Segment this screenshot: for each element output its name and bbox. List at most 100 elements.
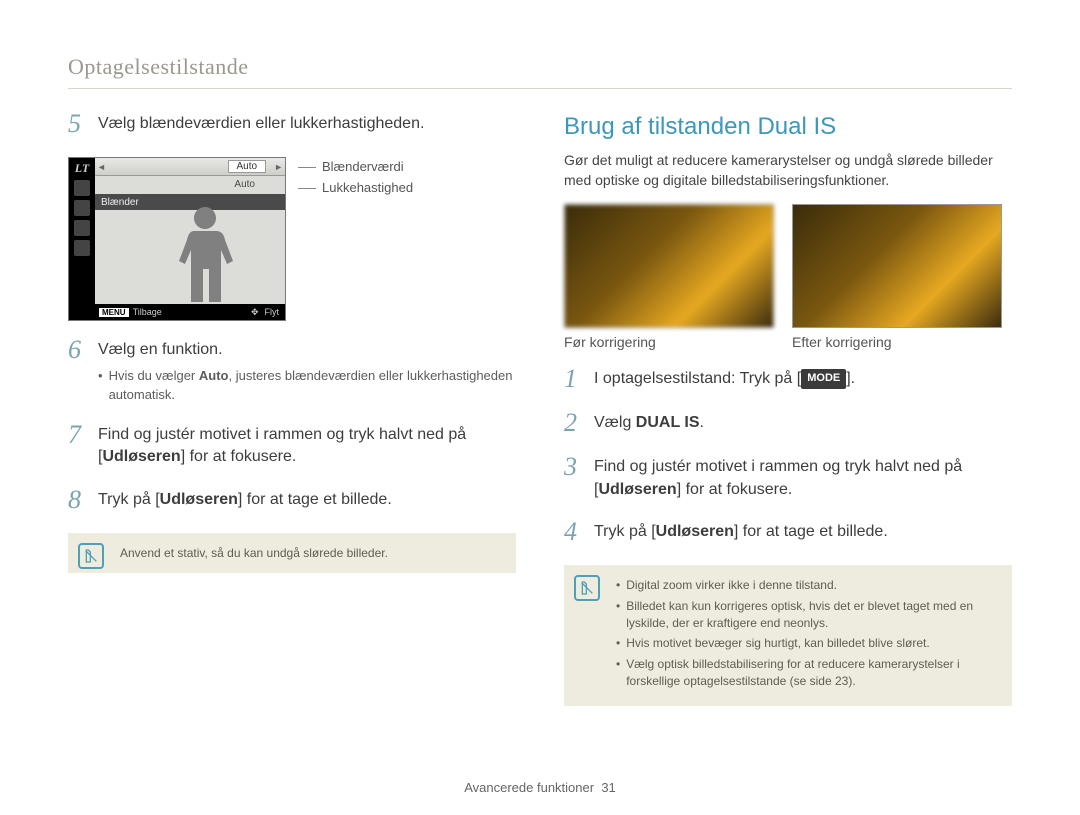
bullet-icon: • bbox=[616, 635, 620, 652]
camera-move-label: Flyt bbox=[265, 307, 280, 317]
footer-text: Avancerede funktioner bbox=[464, 780, 594, 795]
note-icon bbox=[78, 543, 104, 569]
step-6-subnote: • Hvis du vælger Auto, justeres blændevæ… bbox=[98, 367, 516, 403]
step-number: 8 bbox=[68, 487, 98, 513]
mode-chip: MODE bbox=[801, 369, 846, 388]
note-item: Billedet kan kun korrigeres optisk, hvis… bbox=[626, 598, 998, 632]
bullet-icon: • bbox=[616, 598, 620, 615]
camera-callouts: Blænderværdi Lukkehastighed bbox=[298, 157, 413, 199]
image-captions: Før korrigering Efter korrigering bbox=[564, 334, 1012, 350]
chevron-left-icon: ◄ bbox=[97, 162, 106, 172]
note-text: Anvend et stativ, så du kan undgå sløred… bbox=[120, 546, 388, 560]
camera-grid-icon bbox=[74, 180, 90, 196]
step-number: 3 bbox=[564, 454, 594, 480]
step-3: 3 Find og justér motivet i rammen og try… bbox=[564, 456, 1012, 501]
page-number: 31 bbox=[601, 780, 615, 795]
step-6-note-prefix: Hvis du vælger bbox=[109, 368, 199, 383]
note-box: • Digital zoom virker ikke i denne tilsta… bbox=[564, 565, 1012, 706]
step-text: I optagelsestilstand: Tryk på [MODE]. bbox=[594, 368, 1012, 390]
note-item: Vælg optisk billedstabilisering for at r… bbox=[626, 656, 998, 690]
step-number: 7 bbox=[68, 422, 98, 448]
note-item: Digital zoom virker ikke i denne tilstan… bbox=[626, 577, 837, 594]
page-footer: Avancerede funktioner 31 bbox=[0, 780, 1080, 795]
step-8-b: ] for at tage et billede. bbox=[238, 491, 392, 508]
step-text: Find og justér motivet i rammen og tryk … bbox=[98, 424, 516, 469]
note-item: Hvis motivet bevæger sig hurtigt, kan bi… bbox=[626, 635, 929, 652]
camera-back-label: Tilbage bbox=[133, 307, 162, 317]
camera-auto-aperture: Auto bbox=[228, 160, 267, 173]
page-header: Optagelsestilstande bbox=[68, 54, 1012, 80]
step-number: 4 bbox=[564, 519, 594, 545]
step-7-key: Udløseren bbox=[102, 448, 180, 465]
camera-face-icon bbox=[74, 220, 90, 236]
right-column: Brug af tilstanden Dual IS Gør det mulig… bbox=[564, 113, 1012, 706]
step-text: Vælg blændeværdien eller lukkerhastighed… bbox=[98, 113, 516, 135]
step-3-a: Find og justér motivet i rammen og tryk … bbox=[594, 458, 962, 475]
step-number: 2 bbox=[564, 410, 594, 436]
camera-mode-indicator: LT bbox=[69, 161, 95, 176]
chevron-right-icon: ► bbox=[274, 162, 283, 172]
callout-aperture: Blænderværdi bbox=[298, 157, 413, 178]
step-6: 6 Vælg en funktion. • Hvis du vælger Aut… bbox=[68, 339, 516, 404]
step-2-a: Vælg bbox=[594, 414, 636, 431]
step-7-b: for at fokusere. bbox=[185, 448, 296, 465]
intro-text: Gør det muligt at reducere kamerarystels… bbox=[564, 151, 1012, 190]
bullet-icon: • bbox=[98, 367, 103, 385]
step-1-a: I optagelsestilstand: Tryk på [ bbox=[594, 370, 801, 387]
note-icon bbox=[574, 575, 600, 601]
camera-display-figure: LT ◄ Auto ► Auto Blænder bbox=[68, 157, 516, 321]
camera-menu-label: MENU bbox=[99, 308, 129, 317]
step-2: 2 Vælg DUAL IS. bbox=[564, 412, 1012, 436]
camera-bottom-bar: MENU Tilbage ✥ Flyt bbox=[95, 304, 285, 320]
camera-second-row: Auto bbox=[95, 176, 285, 192]
two-column-layout: 5 Vælg blændeværdien eller lukkerhastigh… bbox=[68, 113, 1012, 706]
image-after bbox=[792, 204, 1002, 328]
step-2-b: . bbox=[700, 414, 704, 431]
step-1-b: ]. bbox=[846, 370, 855, 387]
camera-af-icon bbox=[74, 200, 90, 216]
section-heading: Brug af tilstanden Dual IS bbox=[564, 113, 1012, 141]
step-4-b: ] for at tage et billede. bbox=[734, 523, 888, 540]
step-text: Find og justér motivet i rammen og tryk … bbox=[594, 456, 1012, 501]
step-8-a: Tryk på [ bbox=[98, 491, 160, 508]
step-number: 5 bbox=[68, 111, 98, 137]
step-6-note-bold: Auto bbox=[199, 368, 229, 383]
caption-before: Før korrigering bbox=[564, 334, 774, 350]
step-7-a: Find og justér motivet i rammen og tryk … bbox=[98, 426, 466, 443]
step-4: 4 Tryk på [Udløseren] for at tage et bil… bbox=[564, 521, 1012, 545]
step-number: 6 bbox=[68, 337, 98, 363]
note-list: • Digital zoom virker ikke i denne tilsta… bbox=[616, 577, 998, 690]
step-3-b: for at fokusere. bbox=[681, 481, 792, 498]
step-text: Vælg en funktion. • Hvis du vælger Auto,… bbox=[98, 339, 516, 404]
callout-shutter: Lukkehastighed bbox=[298, 178, 413, 199]
step-4-key: Udløseren bbox=[656, 523, 734, 540]
step-text: Tryk på [Udløseren] for at tage et bille… bbox=[98, 489, 516, 511]
camera-flash-off-icon bbox=[74, 240, 90, 256]
image-comparison bbox=[564, 204, 1012, 328]
step-3-key: Udløseren bbox=[598, 481, 676, 498]
step-5: 5 Vælg blændeværdien eller lukkerhastigh… bbox=[68, 113, 516, 137]
caption-after: Efter korrigering bbox=[792, 334, 1002, 350]
step-4-a: Tryk på [ bbox=[594, 523, 656, 540]
step-text: Vælg DUAL IS. bbox=[594, 412, 1012, 434]
bullet-icon: • bbox=[616, 656, 620, 673]
camera-side-icons: LT bbox=[69, 158, 95, 320]
step-text: Tryk på [Udløseren] for at tage et bille… bbox=[594, 521, 1012, 543]
step-8: 8 Tryk på [Udløseren] for at tage et bil… bbox=[68, 489, 516, 513]
camera-silhouette-figure bbox=[164, 207, 246, 302]
image-before bbox=[564, 204, 774, 328]
nav-cross-icon: ✥ bbox=[251, 307, 259, 318]
step-2-key: DUAL IS bbox=[636, 414, 700, 431]
step-6-text: Vælg en funktion. bbox=[98, 341, 223, 358]
step-8-key: Udløseren bbox=[160, 491, 238, 508]
step-1: 1 I optagelsestilstand: Tryk på [MODE]. bbox=[564, 368, 1012, 392]
header-rule bbox=[68, 88, 1012, 89]
bullet-icon: • bbox=[616, 577, 620, 594]
step-7: 7 Find og justér motivet i rammen og try… bbox=[68, 424, 516, 469]
camera-display: LT ◄ Auto ► Auto Blænder bbox=[68, 157, 286, 321]
step-number: 1 bbox=[564, 366, 594, 392]
camera-top-row: ◄ Auto ► bbox=[95, 158, 285, 176]
note-box: Anvend et stativ, så du kan undgå sløred… bbox=[68, 533, 516, 574]
camera-auto-shutter: Auto bbox=[234, 179, 255, 190]
left-column: 5 Vælg blændeværdien eller lukkerhastigh… bbox=[68, 113, 516, 706]
